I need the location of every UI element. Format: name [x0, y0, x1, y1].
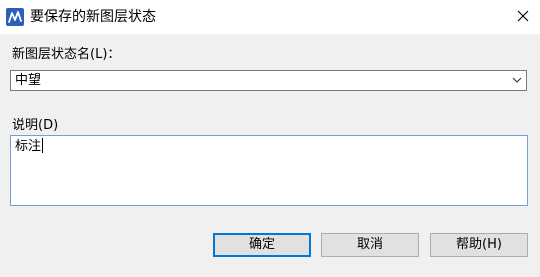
description-value[interactable]: 标注 — [15, 138, 44, 156]
text-caret — [42, 138, 44, 153]
layer-state-name-combobox[interactable]: 中望 — [10, 70, 527, 91]
chevron-down-icon[interactable] — [512, 76, 522, 84]
title-bar: 要保存的新图层状态 — [0, 0, 540, 34]
description-textarea[interactable]: 标注 — [10, 135, 528, 206]
cancel-button[interactable]: 取消 — [321, 233, 419, 257]
close-button[interactable] — [506, 0, 540, 34]
app-logo-icon — [6, 8, 24, 26]
close-icon — [517, 10, 529, 22]
layer-state-name-value[interactable]: 中望 — [15, 72, 41, 90]
ok-button[interactable]: 确定 — [213, 233, 311, 257]
description-label: 说明(D) — [12, 118, 59, 133]
window-title: 要保存的新图层状态 — [30, 9, 156, 25]
help-button[interactable]: 帮助(H) — [430, 233, 528, 257]
layer-state-name-label: 新图层状态名(L)： — [12, 47, 121, 62]
